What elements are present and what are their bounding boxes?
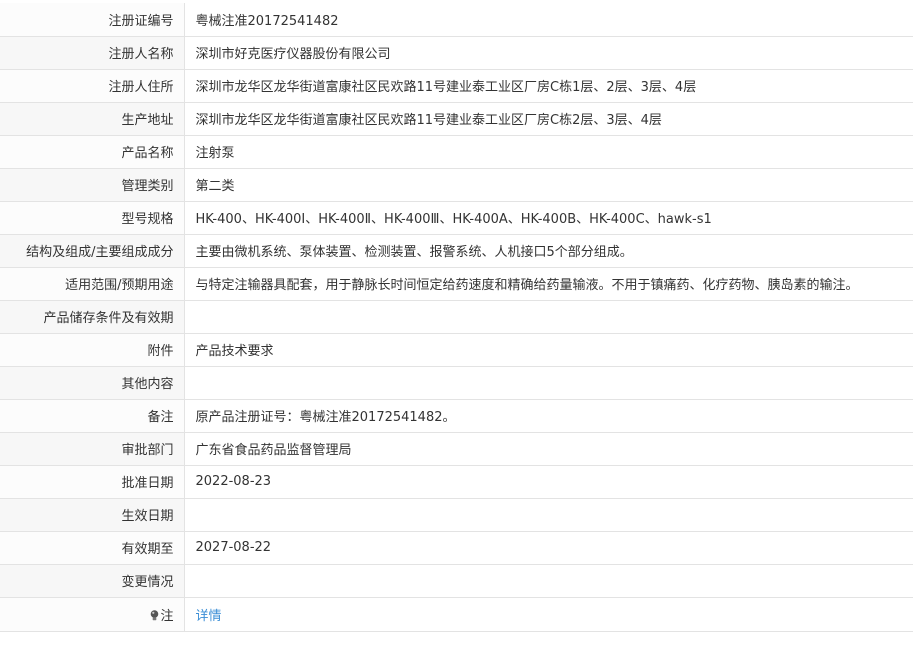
row-model-spec: 型号规格 HK-400、HK-400Ⅰ、HK-400Ⅱ、HK-400Ⅲ、HK-4… xyxy=(0,200,913,235)
details-link[interactable]: 详情 xyxy=(196,609,222,624)
row-storage-conditions: 产品储存条件及有效期 xyxy=(0,299,913,334)
row-value: 主要由微机系统、泵体装置、检测装置、报警系统、人机接口5个部分组成。 xyxy=(184,233,913,268)
row-value: 深圳市龙华区龙华街道富康社区民欢路11号建业泰工业区厂房C栋1层、2层、3层、4… xyxy=(184,68,913,103)
row-registrant-name: 注册人名称 深圳市好克医疗仪器股份有限公司 xyxy=(0,35,913,70)
row-attachment: 附件 产品技术要求 xyxy=(0,332,913,367)
row-other-content: 其他内容 xyxy=(0,365,913,400)
row-label: 注册人住所 xyxy=(0,68,185,103)
row-label: 有效期至 xyxy=(0,530,185,565)
row-label: 注册证编号 xyxy=(0,3,185,37)
registration-detail-table: 注册证编号 粤械注准20172541482 注册人名称 深圳市好克医疗仪器股份有… xyxy=(0,3,913,632)
row-value: 2022-08-23 xyxy=(184,464,913,499)
row-label: 产品储存条件及有效期 xyxy=(0,299,185,334)
row-label: 备注 xyxy=(0,398,185,433)
row-structure-composition: 结构及组成/主要组成成分 主要由微机系统、泵体装置、检测装置、报警系统、人机接口… xyxy=(0,233,913,268)
row-value: 广东省食品药品监督管理局 xyxy=(184,431,913,466)
row-registrant-address: 注册人住所 深圳市龙华区龙华街道富康社区民欢路11号建业泰工业区厂房C栋1层、2… xyxy=(0,68,913,103)
row-label: 结构及组成/主要组成成分 xyxy=(0,233,185,268)
row-label: 变更情况 xyxy=(0,563,185,598)
row-value: 注射泵 xyxy=(184,134,913,169)
row-registration-number: 注册证编号 粤械注准20172541482 xyxy=(0,3,913,37)
row-product-name: 产品名称 注射泵 xyxy=(0,134,913,169)
row-label: 型号规格 xyxy=(0,200,185,235)
row-label: 生产地址 xyxy=(0,101,185,136)
row-label: 适用范围/预期用途 xyxy=(0,266,185,301)
row-value: 2027-08-22 xyxy=(184,530,913,565)
row-value: 粤械注准20172541482 xyxy=(184,3,913,37)
row-value xyxy=(184,299,913,334)
row-effective-date: 生效日期 xyxy=(0,497,913,532)
note-label-cell: 注 xyxy=(0,596,185,632)
row-label: 产品名称 xyxy=(0,134,185,169)
row-label: 批准日期 xyxy=(0,464,185,499)
row-remarks: 备注 原产品注册证号：粤械注准20172541482。 xyxy=(0,398,913,433)
note-value-cell: 详情 xyxy=(184,596,913,632)
row-value: HK-400、HK-400Ⅰ、HK-400Ⅱ、HK-400Ⅲ、HK-400A、H… xyxy=(184,200,913,235)
row-value: 第二类 xyxy=(184,167,913,202)
row-value: 产品技术要求 xyxy=(184,332,913,367)
row-approval-date: 批准日期 2022-08-23 xyxy=(0,464,913,499)
row-value xyxy=(184,365,913,400)
row-valid-until: 有效期至 2027-08-22 xyxy=(0,530,913,565)
lightbulb-icon xyxy=(150,609,159,621)
row-value xyxy=(184,497,913,532)
row-label: 附件 xyxy=(0,332,185,367)
row-label: 注册人名称 xyxy=(0,35,185,70)
row-management-category: 管理类别 第二类 xyxy=(0,167,913,202)
row-production-address: 生产地址 深圳市龙华区龙华街道富康社区民欢路11号建业泰工业区厂房C栋2层、3层… xyxy=(0,101,913,136)
row-label: 其他内容 xyxy=(0,365,185,400)
row-approval-department: 审批部门 广东省食品药品监督管理局 xyxy=(0,431,913,466)
row-label: 生效日期 xyxy=(0,497,185,532)
row-value xyxy=(184,563,913,598)
row-note: 注 详情 xyxy=(0,596,913,632)
row-value: 深圳市龙华区龙华街道富康社区民欢路11号建业泰工业区厂房C栋2层、3层、4层 xyxy=(184,101,913,136)
row-value: 深圳市好克医疗仪器股份有限公司 xyxy=(184,35,913,70)
note-label: 注 xyxy=(160,608,174,624)
row-change-status: 变更情况 xyxy=(0,563,913,598)
row-value: 与特定注输器具配套，用于静脉长时间恒定给药速度和精确给药量输液。不用于镇痛药、化… xyxy=(184,266,913,301)
row-intended-use: 适用范围/预期用途 与特定注输器具配套，用于静脉长时间恒定给药速度和精确给药量输… xyxy=(0,266,913,301)
row-label: 管理类别 xyxy=(0,167,185,202)
row-value: 原产品注册证号：粤械注准20172541482。 xyxy=(184,398,913,433)
row-label: 审批部门 xyxy=(0,431,185,466)
